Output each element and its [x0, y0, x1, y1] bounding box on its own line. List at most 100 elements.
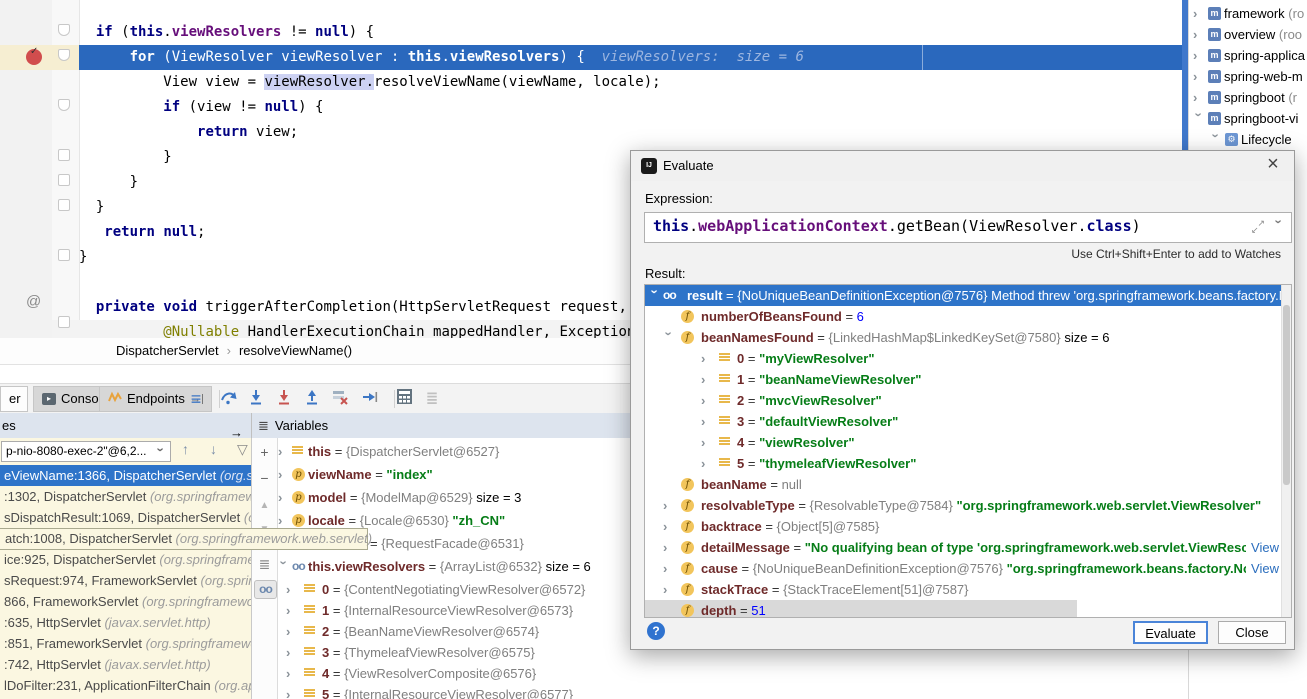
result-row[interactable]: fbeanName = null — [645, 474, 1291, 495]
fold-marker-icon[interactable] — [58, 316, 70, 328]
result-row[interactable]: ›fbeanNamesFound = {LinkedHashMap$Linked… — [645, 327, 1291, 348]
chevron-icon[interactable]: › — [286, 600, 298, 621]
result-row[interactable]: ›fcause = {NoUniqueBeanDefinitionExcepti… — [645, 558, 1291, 579]
frame-row-tooltip[interactable]: atch:1008, DispatcherServlet (org.spring… — [0, 528, 368, 550]
chevron-icon[interactable]: › — [286, 621, 298, 642]
thread-selector[interactable]: p-nio-8080-exec-2"@6,2... › — [1, 441, 171, 462]
result-row[interactable]: ›fbacktrace = {Object[5]@7585} — [645, 516, 1291, 537]
variables-panel-header[interactable]: ≣Variables — [252, 413, 328, 438]
run-to-cursor-icon[interactable] — [359, 389, 381, 409]
expression-input[interactable]: this.webApplicationContext.getBean(ViewR… — [644, 212, 1292, 243]
result-row[interactable]: ›ooresult = {NoUniqueBeanDefinitionExcep… — [645, 285, 1291, 306]
chevron-icon[interactable]: › — [701, 411, 713, 432]
frame-row[interactable]: sDispatchResult:1069, DispatcherServlet … — [0, 507, 251, 528]
maven-item-springboot[interactable]: ›mspringboot (r — [1189, 87, 1307, 108]
chevron-icon[interactable]: › — [663, 537, 675, 558]
hamburger-icon[interactable]: ≡ — [185, 389, 207, 409]
frame-row[interactable]: lDoFilter:231, ApplicationFilterChain (o… — [0, 675, 251, 696]
chevron-icon[interactable]: › — [278, 441, 290, 462]
maven-item-Lifecycle[interactable]: ›⚙Lifecycle — [1189, 129, 1307, 150]
frame-row[interactable]: :1302, DispatcherServlet (org.springfram… — [0, 486, 251, 507]
variable-row[interactable]: ›4 = {ViewResolverComposite@6576} — [252, 663, 1307, 684]
view-link[interactable]: View — [1246, 537, 1279, 558]
force-step-into-icon[interactable] — [273, 389, 295, 409]
step-out-icon[interactable] — [301, 389, 323, 409]
frame-row[interactable]: eViewName:1366, DispatcherServlet (org.s… — [0, 465, 251, 486]
chevron-down-icon[interactable]: › — [1272, 220, 1287, 232]
chevron-icon[interactable]: › — [286, 663, 298, 684]
result-row[interactable]: ›1 = "beanNameViewResolver" — [645, 369, 1291, 390]
frame-row[interactable]: 866, FrameworkServlet (org.springframewo — [0, 591, 251, 612]
fold-marker-icon[interactable] — [58, 149, 70, 161]
result-row[interactable]: ›4 = "viewResolver" — [645, 432, 1291, 453]
result-row[interactable]: ›fdetailMessage = "No qualifying bean of… — [645, 537, 1291, 558]
result-tree[interactable]: ›ooresult = {NoUniqueBeanDefinitionExcep… — [644, 284, 1292, 618]
chevron-icon[interactable]: › — [663, 495, 675, 516]
reset-frame-icon[interactable] — [329, 389, 351, 409]
chevron-icon[interactable]: › — [701, 432, 713, 453]
chevron-icon[interactable]: › — [701, 453, 713, 474]
chevron-icon[interactable]: › — [1193, 45, 1205, 66]
maven-item-framework[interactable]: ›mframework (ro — [1189, 3, 1307, 24]
chevron-icon[interactable]: › — [286, 579, 298, 600]
result-row[interactable]: fnumberOfBeansFound = 6 — [645, 306, 1291, 327]
chevron-icon[interactable]: › — [278, 464, 290, 485]
result-row[interactable]: ›5 = "thymeleafViewResolver" — [645, 453, 1291, 474]
chevron-icon[interactable]: › — [701, 348, 713, 369]
fold-marker-icon[interactable] — [58, 99, 70, 111]
evaluate-button[interactable]: Evaluate — [1133, 621, 1208, 644]
maven-item-springboot-vi[interactable]: ›mspringboot-vi — [1189, 108, 1307, 129]
down-arrow-icon[interactable]: ↓ — [210, 441, 217, 457]
chevron-icon[interactable]: › — [659, 332, 680, 344]
frame-row[interactable]: :742, HttpServlet (javax.servlet.http) — [0, 654, 251, 675]
step-into-icon[interactable] — [245, 389, 267, 409]
help-icon[interactable]: ? — [647, 622, 665, 640]
maven-item-overview[interactable]: ›moverview (roo — [1189, 24, 1307, 45]
fold-marker-icon[interactable] — [58, 49, 70, 61]
fold-marker-icon[interactable] — [58, 199, 70, 211]
fold-marker-icon[interactable] — [58, 174, 70, 186]
filter-icon[interactable]: ▽ — [237, 441, 248, 458]
fold-marker-icon[interactable] — [58, 249, 70, 261]
code-line[interactable]: View view = viewResolver.resolveViewName… — [79, 70, 1183, 95]
chevron-icon[interactable]: › — [663, 516, 675, 537]
result-row[interactable]: ›3 = "defaultViewResolver" — [645, 411, 1291, 432]
chevron-icon[interactable]: › — [1193, 24, 1205, 45]
breakpoint-icon[interactable]: ✓ — [26, 49, 42, 65]
fold-marker-icon[interactable] — [58, 24, 70, 36]
variable-row[interactable]: ›5 = {InternalResourceViewResolver@6577} — [252, 684, 1307, 699]
frame-row[interactable]: sRequest:974, FrameworkServlet (org.spri… — [0, 570, 251, 591]
close-button[interactable]: Close — [1218, 621, 1286, 644]
chevron-icon[interactable]: › — [663, 579, 675, 600]
expand-icon[interactable]: ↗↙ — [1251, 220, 1265, 234]
chevron-icon[interactable]: › — [1193, 66, 1205, 87]
chevron-icon[interactable]: › — [278, 487, 290, 508]
result-row[interactable]: fdepth = 51 — [645, 600, 1077, 618]
result-row[interactable]: ›fstackTrace = {StackTraceElement[51]@75… — [645, 579, 1291, 600]
chevron-icon[interactable]: › — [701, 369, 713, 390]
chevron-icon[interactable]: › — [701, 390, 713, 411]
result-tree-scrollbar[interactable] — [1281, 285, 1291, 617]
editor-scrollbar[interactable] — [1182, 0, 1188, 151]
maven-item-spring-applica[interactable]: ›mspring-applica — [1189, 45, 1307, 66]
chevron-icon[interactable]: › — [286, 684, 298, 699]
result-row[interactable]: ›2 = "mvcViewResolver" — [645, 390, 1291, 411]
maven-item-spring-web-m[interactable]: ›mspring-web-m — [1189, 66, 1307, 87]
chevron-icon[interactable]: › — [1189, 113, 1210, 125]
close-icon[interactable]: × — [1262, 153, 1284, 176]
frame-row[interactable]: :635, HttpServlet (javax.servlet.http) — [0, 612, 251, 633]
tab-debugger-partial[interactable]: er — [0, 386, 28, 412]
code-line[interactable]: for (ViewResolver viewResolver : this.vi… — [79, 45, 1183, 70]
chevron-icon[interactable]: › — [286, 642, 298, 663]
breadcrumb-class[interactable]: DispatcherServlet — [116, 343, 219, 358]
result-row[interactable]: ›fresolvableType = {ResolvableType@7584}… — [645, 495, 1291, 516]
evaluate-expression-icon[interactable] — [393, 389, 415, 409]
frame-row[interactable]: :851, FrameworkServlet (org.springframew… — [0, 633, 251, 654]
step-over-icon[interactable] — [217, 389, 239, 409]
layout-icon[interactable]: ≣ — [421, 389, 443, 409]
chevron-icon[interactable]: › — [663, 558, 675, 579]
up-arrow-icon[interactable]: ↑ — [182, 441, 189, 457]
chevron-icon[interactable]: › — [1193, 87, 1205, 108]
chevron-icon[interactable]: › — [1193, 3, 1205, 24]
frame-row[interactable]: ice:925, DispatcherServlet (org.springfr… — [0, 549, 251, 570]
